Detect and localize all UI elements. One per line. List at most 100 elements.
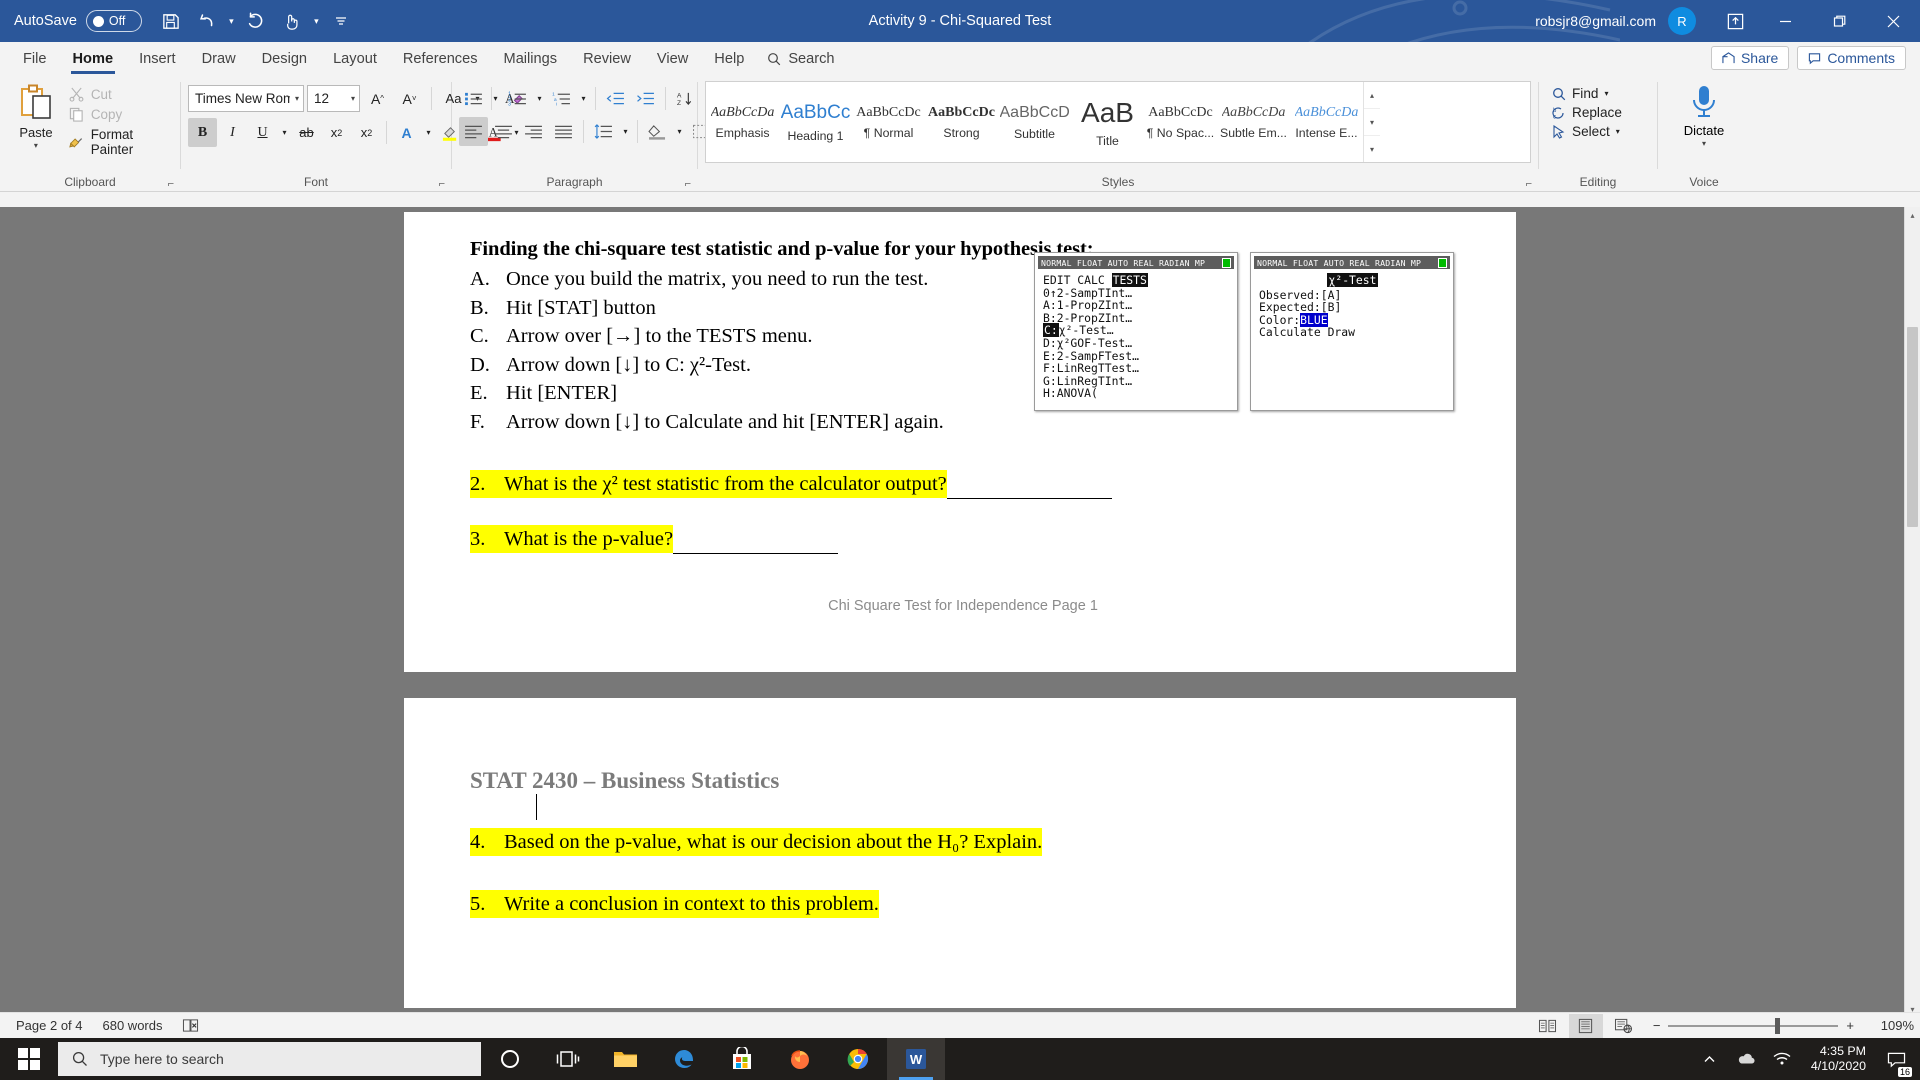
ribbon-display-options-icon[interactable]: [1712, 0, 1758, 42]
underline-button[interactable]: U: [248, 118, 277, 147]
styles-scroll-up-icon[interactable]: ▴: [1364, 82, 1380, 109]
web-layout-icon[interactable]: [1607, 1014, 1641, 1038]
numbering-button[interactable]: 123: [503, 84, 532, 113]
zoom-out-button[interactable]: −: [1653, 1018, 1661, 1033]
align-center-button[interactable]: [489, 117, 518, 146]
scrollbar-thumb[interactable]: [1907, 327, 1918, 527]
avatar[interactable]: R: [1668, 7, 1696, 35]
zoom-track[interactable]: [1668, 1017, 1839, 1034]
edge-icon[interactable]: [655, 1038, 713, 1080]
clipboard-dialog-launcher[interactable]: ⌐: [168, 178, 174, 190]
tab-home[interactable]: Home: [60, 48, 127, 74]
read-mode-icon[interactable]: [1531, 1014, 1565, 1038]
notifications-icon[interactable]: 16: [1878, 1038, 1914, 1080]
style-emphasis[interactable]: AaBbCcDa Emphasis: [706, 82, 779, 162]
shading-button[interactable]: [643, 117, 672, 146]
print-layout-icon[interactable]: [1568, 1013, 1603, 1038]
tab-mailings[interactable]: Mailings: [491, 48, 571, 74]
style-title[interactable]: AaB Title: [1071, 82, 1144, 162]
style-heading-1[interactable]: AaBbCc Heading 1: [779, 82, 852, 162]
taskbar-search-input[interactable]: Type here to search: [58, 1042, 481, 1076]
network-icon[interactable]: [1765, 1038, 1799, 1080]
select-button[interactable]: Select ▾: [1546, 122, 1626, 141]
text-effects-button[interactable]: A: [392, 118, 421, 147]
underline-dropdown-icon[interactable]: ▾: [278, 118, 291, 147]
bold-button[interactable]: B: [188, 118, 217, 147]
replace-button[interactable]: bc Replace: [1546, 103, 1628, 122]
file-explorer-icon[interactable]: [597, 1038, 655, 1080]
font-size-combo[interactable]: 12 ▾: [307, 85, 360, 112]
paste-dropdown-icon[interactable]: ▾: [34, 141, 38, 150]
styles-more-icon[interactable]: ▾: [1364, 136, 1380, 162]
style-normal[interactable]: AaBbCcDc ¶ Normal: [852, 82, 925, 162]
cut-button[interactable]: Cut: [69, 87, 173, 102]
align-left-button[interactable]: [459, 117, 488, 146]
tab-review[interactable]: Review: [570, 48, 644, 74]
justify-button[interactable]: [549, 117, 578, 146]
tab-references[interactable]: References: [390, 48, 491, 74]
touch-mode-icon[interactable]: [275, 6, 309, 36]
maximize-button[interactable]: [1812, 0, 1866, 42]
document-canvas[interactable]: Finding the chi-square test statistic an…: [0, 207, 1920, 1018]
shrink-font-button[interactable]: A ˅: [395, 84, 424, 113]
share-button[interactable]: Share: [1710, 46, 1790, 70]
dictate-dropdown-icon[interactable]: ▾: [1702, 139, 1706, 148]
zoom-level[interactable]: 109%: [1866, 1018, 1914, 1033]
undo-icon[interactable]: [190, 6, 224, 36]
task-view-icon[interactable]: [539, 1038, 597, 1080]
line-spacing-button[interactable]: [589, 117, 618, 146]
increase-indent-button[interactable]: [631, 84, 660, 113]
cortana-icon[interactable]: [481, 1038, 539, 1080]
touch-mode-dropdown-icon[interactable]: ▾: [311, 6, 322, 36]
find-button[interactable]: Find ▾: [1546, 84, 1614, 103]
onedrive-icon[interactable]: [1729, 1038, 1763, 1080]
line-spacing-dropdown-icon[interactable]: ▾: [619, 117, 632, 146]
tab-layout[interactable]: Layout: [320, 48, 390, 74]
word-icon[interactable]: W: [887, 1038, 945, 1080]
italic-button[interactable]: I: [218, 118, 247, 147]
start-button[interactable]: [0, 1038, 58, 1080]
minimize-button[interactable]: [1758, 0, 1812, 42]
document-page-2[interactable]: STAT 2430 – Business Statistics 4. Based…: [404, 698, 1516, 1008]
account-email[interactable]: robsjr8@gmail.com: [1535, 13, 1656, 29]
styles-scroll-down-icon[interactable]: ▾: [1364, 109, 1380, 136]
copy-button[interactable]: Copy: [69, 107, 173, 122]
decrease-indent-button[interactable]: [601, 84, 630, 113]
chrome-icon[interactable]: [829, 1038, 887, 1080]
grow-font-button[interactable]: A ^: [363, 84, 392, 113]
tab-insert[interactable]: Insert: [126, 48, 189, 74]
style-no-spacing[interactable]: AaBbCcDc ¶ No Spac...: [1144, 82, 1217, 162]
clock[interactable]: 4:35 PM 4/10/2020: [1801, 1044, 1876, 1074]
zoom-slider[interactable]: − +: [1645, 1017, 1862, 1034]
style-subtle-emphasis[interactable]: AaBbCcDa Subtle Em...: [1217, 82, 1290, 162]
microsoft-store-icon[interactable]: [713, 1038, 771, 1080]
zoom-in-button[interactable]: +: [1846, 1018, 1854, 1033]
style-subtitle[interactable]: AaBbCcD Subtitle: [998, 82, 1071, 162]
show-hidden-icons-icon[interactable]: [1693, 1038, 1727, 1080]
document-page-1[interactable]: Finding the chi-square test statistic an…: [404, 212, 1516, 672]
undo-dropdown-icon[interactable]: ▾: [226, 6, 237, 36]
redo-icon[interactable]: [239, 6, 273, 36]
font-name-dropdown-icon[interactable]: ▾: [290, 94, 299, 103]
customize-qat-icon[interactable]: [324, 6, 358, 36]
tab-draw[interactable]: Draw: [189, 48, 249, 74]
subscript-button[interactable]: x2: [322, 118, 351, 147]
bullets-dropdown-icon[interactable]: ▾: [489, 84, 502, 113]
autosave-switch[interactable]: Off: [85, 10, 142, 32]
zoom-thumb[interactable]: [1775, 1017, 1781, 1034]
numbering-dropdown-icon[interactable]: ▾: [533, 84, 546, 113]
answer-blank[interactable]: [946, 470, 1112, 499]
tab-file[interactable]: File: [10, 48, 60, 74]
word-count[interactable]: 680 words: [93, 1018, 173, 1033]
comments-button[interactable]: Comments: [1797, 46, 1906, 70]
tab-design[interactable]: Design: [249, 48, 320, 74]
font-size-dropdown-icon[interactable]: ▾: [346, 94, 355, 103]
answer-blank[interactable]: [673, 525, 839, 554]
close-button[interactable]: [1866, 0, 1920, 42]
firefox-icon[interactable]: [771, 1038, 829, 1080]
shading-dropdown-icon[interactable]: ▾: [673, 117, 686, 146]
proofing-errors-icon[interactable]: [172, 1018, 209, 1033]
styles-dialog-launcher[interactable]: ⌐: [1526, 178, 1532, 190]
page-indicator[interactable]: Page 2 of 4: [6, 1018, 93, 1033]
superscript-button[interactable]: x2: [352, 118, 381, 147]
